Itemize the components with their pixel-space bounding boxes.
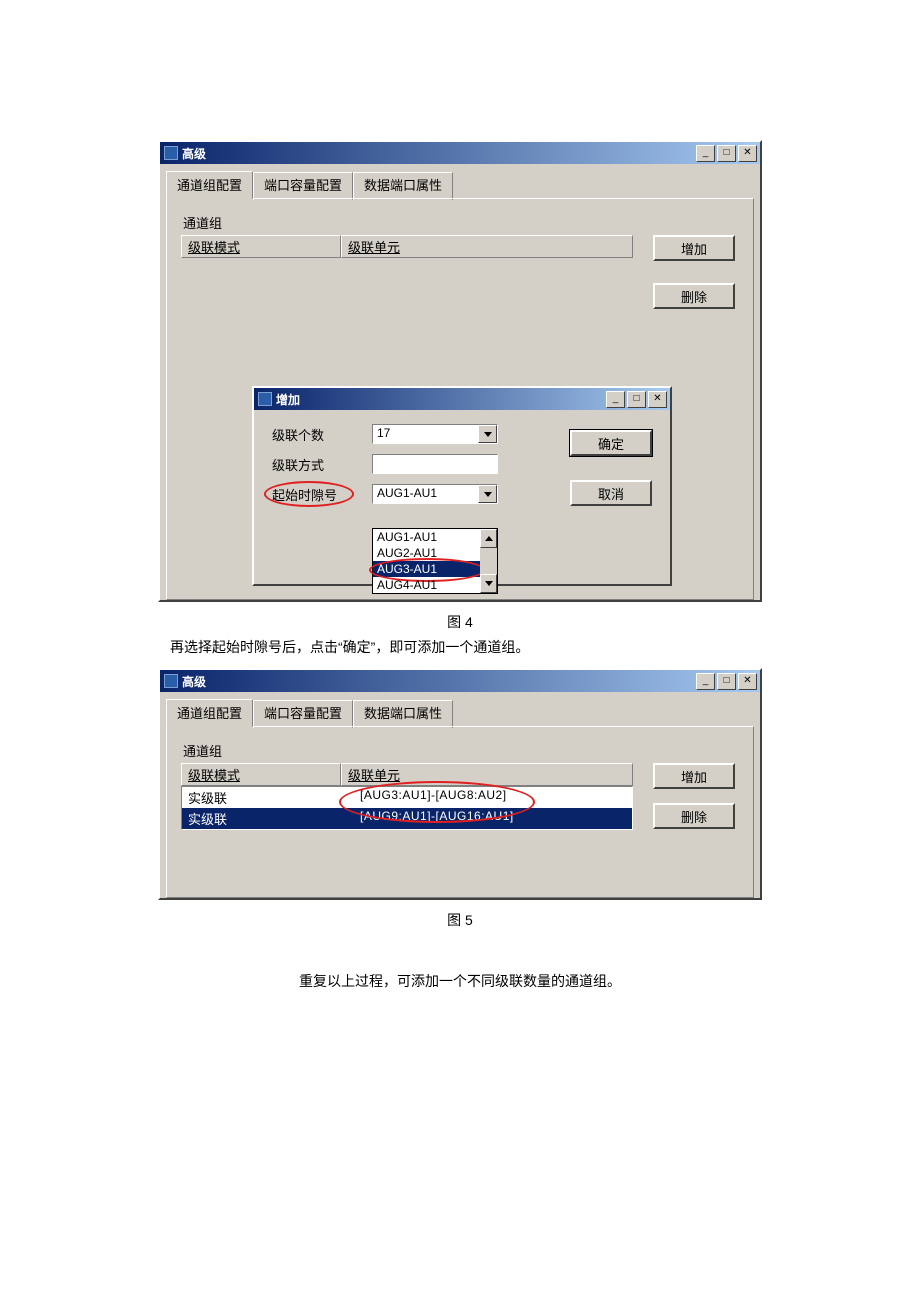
cell-unit-text: [AUG9:AU1]-[AUG16:AU1] bbox=[360, 809, 514, 823]
option-aug3[interactable]: AUG3-AU1 bbox=[373, 561, 497, 577]
column-unit[interactable]: 级联单元 bbox=[341, 763, 633, 786]
option-aug4[interactable]: AUG4-AU1 bbox=[373, 577, 497, 593]
figure4-caption: 图 4 bbox=[0, 612, 920, 632]
maximize-button[interactable]: □ bbox=[717, 145, 736, 162]
close-button[interactable]: ✕ bbox=[738, 145, 757, 162]
scroll-up-button[interactable] bbox=[480, 529, 497, 548]
group-label: 通道组 bbox=[183, 741, 737, 760]
cell-unit: [AUG3:AU1]-[AUG8:AU2] bbox=[354, 787, 632, 808]
tab-channel-group[interactable]: 通道组配置 bbox=[166, 699, 253, 727]
scrollbar[interactable] bbox=[480, 529, 497, 593]
titlebar[interactable]: 高级 _ □ ✕ bbox=[160, 142, 760, 164]
channel-group-table: 级联模式 级联单元 bbox=[181, 235, 633, 258]
scroll-down-button[interactable] bbox=[480, 574, 497, 593]
count-combo[interactable]: 17 bbox=[372, 424, 498, 444]
delete-button[interactable]: 删除 bbox=[653, 803, 735, 829]
minimize-button[interactable]: _ bbox=[606, 391, 625, 408]
advanced-window-2: 高级 _ □ ✕ 通道组配置 端口容量配置 数据端口属性 通道组 bbox=[158, 668, 762, 900]
titlebar[interactable]: 高级 _ □ ✕ bbox=[160, 670, 760, 692]
tab-panel: 通道组 级联模式 级联单元 实级联 [AUG3:AU1]-[AUG8:AU2] bbox=[166, 726, 754, 898]
option-aug1[interactable]: AUG1-AU1 bbox=[373, 529, 497, 545]
tab-data-port-attr[interactable]: 数据端口属性 bbox=[353, 172, 453, 200]
cell-mode: 实级联 bbox=[182, 787, 354, 808]
ok-button[interactable]: 确定 bbox=[570, 430, 652, 456]
start-dropdown-list[interactable]: AUG1-AU1 AUG2-AU1 AUG3-AU1 AUG4-AU1 bbox=[372, 528, 498, 594]
option-aug3-text: AUG3-AU1 bbox=[377, 562, 437, 576]
cell-mode: 实级联 bbox=[182, 808, 354, 829]
start-combo[interactable]: AUG1-AU1 bbox=[372, 484, 498, 504]
tab-channel-group[interactable]: 通道组配置 bbox=[166, 171, 253, 199]
count-value: 17 bbox=[373, 425, 478, 443]
maximize-button[interactable]: □ bbox=[627, 391, 646, 408]
dialog-titlebar[interactable]: 增加 _ □ ✕ bbox=[254, 388, 670, 410]
advanced-window-1: 高级 _ □ ✕ 通道组配置 端口容量配置 数据端口属性 通道组 bbox=[158, 140, 762, 602]
label-start-text: 起始时隙号 bbox=[272, 488, 337, 503]
delete-button[interactable]: 删除 bbox=[653, 283, 735, 309]
start-value: AUG1-AU1 bbox=[373, 485, 478, 503]
tabs: 通道组配置 端口容量配置 数据端口属性 bbox=[160, 164, 760, 198]
dialog-title: 增加 bbox=[276, 391, 606, 408]
cancel-button[interactable]: 取消 bbox=[570, 480, 652, 506]
figure5-caption: 图 5 bbox=[0, 910, 920, 930]
minimize-button[interactable]: _ bbox=[696, 145, 715, 162]
chevron-down-icon[interactable] bbox=[478, 425, 497, 443]
tabs: 通道组配置 端口容量配置 数据端口属性 bbox=[160, 692, 760, 726]
label-mode: 级联方式 bbox=[272, 455, 372, 474]
minimize-button[interactable]: _ bbox=[696, 673, 715, 690]
summary-text: 重复以上过程，可添加一个不同级联数量的通道组。 bbox=[158, 970, 762, 992]
option-aug2[interactable]: AUG2-AU1 bbox=[373, 545, 497, 561]
column-mode[interactable]: 级联模式 bbox=[181, 235, 341, 258]
maximize-button[interactable]: □ bbox=[717, 673, 736, 690]
add-dialog: 增加 _ □ ✕ 级联个数 17 bbox=[252, 386, 672, 586]
cell-unit: [AUG9:AU1]-[AUG16:AU1] bbox=[354, 808, 632, 829]
add-button[interactable]: 增加 bbox=[653, 235, 735, 261]
column-mode[interactable]: 级联模式 bbox=[181, 763, 341, 786]
mode-field[interactable] bbox=[372, 454, 498, 474]
column-unit[interactable]: 级联单元 bbox=[341, 235, 633, 258]
window-title: 高级 bbox=[182, 145, 696, 162]
channel-group-table: 级联模式 级联单元 实级联 [AUG3:AU1]-[AUG8:AU2] bbox=[181, 763, 633, 830]
table-row[interactable]: 实级联 [AUG3:AU1]-[AUG8:AU2] bbox=[182, 787, 632, 808]
tab-port-capacity[interactable]: 端口容量配置 bbox=[253, 700, 353, 728]
app-icon bbox=[164, 146, 178, 160]
table-row-selected[interactable]: 实级联 [AUG9:AU1]-[AUG16:AU1] bbox=[182, 808, 632, 829]
instruction-text: 再选择起始时隙号后，点击“确定”，即可添加一个通道组。 bbox=[170, 636, 762, 658]
close-button[interactable]: ✕ bbox=[648, 391, 667, 408]
cell-unit-text: [AUG3:AU1]-[AUG8:AU2] bbox=[360, 788, 507, 802]
app-icon bbox=[164, 674, 178, 688]
window-title: 高级 bbox=[182, 673, 696, 690]
chevron-down-icon[interactable] bbox=[478, 485, 497, 503]
add-button[interactable]: 增加 bbox=[653, 763, 735, 789]
group-label: 通道组 bbox=[183, 213, 737, 232]
label-start: 起始时隙号 bbox=[272, 485, 372, 504]
label-count: 级联个数 bbox=[272, 425, 372, 444]
tab-port-capacity[interactable]: 端口容量配置 bbox=[253, 172, 353, 200]
close-button[interactable]: ✕ bbox=[738, 673, 757, 690]
app-icon bbox=[258, 392, 272, 406]
tab-data-port-attr[interactable]: 数据端口属性 bbox=[353, 700, 453, 728]
